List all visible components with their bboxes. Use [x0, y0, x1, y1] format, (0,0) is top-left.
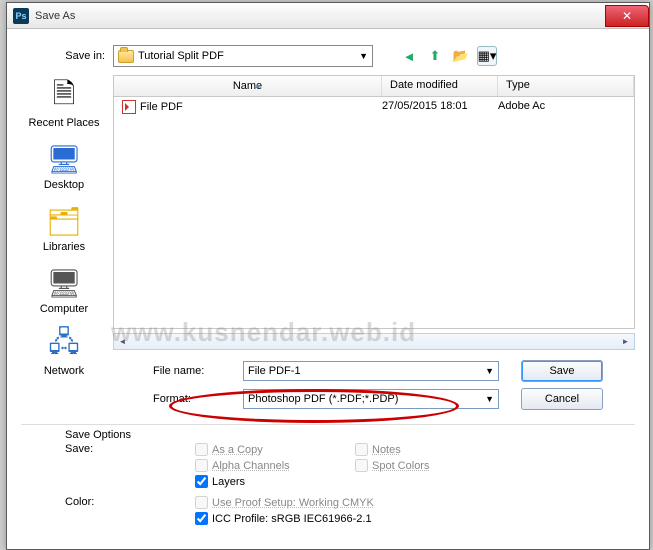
format-label: Format:: [113, 393, 243, 405]
column-type[interactable]: Type: [498, 76, 634, 96]
chevron-down-icon: ▼: [359, 51, 368, 61]
new-folder-button[interactable]: 📂: [451, 46, 471, 66]
save-button[interactable]: Save: [521, 360, 603, 382]
savein-value: Tutorial Split PDF: [138, 50, 224, 62]
place-network[interactable]: 🖧 Network: [44, 327, 84, 377]
save-options-header: Save Options: [65, 429, 635, 441]
close-button[interactable]: ✕: [605, 5, 649, 27]
titlebar: Ps Save As ✕: [7, 3, 649, 29]
chevron-down-icon: ▼: [485, 366, 494, 376]
pdf-icon: [122, 100, 136, 114]
proof-checkbox: Use Proof Setup: Working CMYK: [195, 496, 374, 509]
photoshop-icon: Ps: [13, 8, 29, 24]
scroll-left-icon[interactable]: ◄: [114, 334, 131, 349]
savein-label: Save in:: [21, 50, 105, 62]
as-copy-checkbox[interactable]: As a Copy: [195, 443, 355, 456]
spot-checkbox: Spot Colors: [355, 459, 429, 472]
place-recent[interactable]: 🗎 Recent Places: [29, 79, 100, 129]
window-title: Save As: [35, 10, 605, 22]
format-dropdown[interactable]: Photoshop PDF (*.PDF;*.PDP) ▼: [243, 389, 499, 409]
icc-checkbox[interactable]: ICC Profile: sRGB IEC61966-2.1: [195, 512, 374, 525]
horizontal-scrollbar[interactable]: ◄ ►: [113, 333, 635, 350]
layers-checkbox[interactable]: Layers: [195, 475, 355, 488]
column-name[interactable]: Name: [114, 76, 382, 96]
computer-icon: 🖥: [44, 265, 84, 301]
places-bar: 🗎 Recent Places 🖥 Desktop 🗂 Libraries 🖥 …: [21, 75, 107, 410]
desktop-icon: 🖥: [44, 141, 84, 177]
place-desktop[interactable]: 🖥 Desktop: [44, 141, 84, 191]
column-date[interactable]: Date modified: [382, 76, 498, 96]
back-button[interactable]: ◄: [399, 46, 419, 66]
file-row[interactable]: File PDF 27/05/2015 18:01 Adobe Ac: [114, 97, 634, 117]
notes-checkbox: Notes: [355, 443, 429, 456]
filename-label: File name:: [113, 365, 243, 377]
up-button[interactable]: ⬆: [425, 46, 445, 66]
chevron-down-icon: ▼: [485, 394, 494, 404]
alpha-checkbox: Alpha Channels: [195, 459, 355, 472]
recent-icon: 🗎: [44, 79, 84, 115]
file-list[interactable]: File PDF 27/05/2015 18:01 Adobe Ac: [113, 97, 635, 329]
place-libraries[interactable]: 🗂 Libraries: [43, 203, 85, 253]
save-as-dialog: Ps Save As ✕ Save in: Tutorial Split PDF…: [6, 2, 650, 550]
place-computer[interactable]: 🖥 Computer: [40, 265, 88, 315]
cancel-button[interactable]: Cancel: [521, 388, 603, 410]
savein-dropdown[interactable]: Tutorial Split PDF ▼: [113, 45, 373, 67]
save-options: Save Options Save: As a Copy Alpha Chann…: [21, 424, 635, 525]
color-section-label: Color:: [65, 496, 195, 525]
views-button[interactable]: ▦▾: [477, 46, 497, 66]
file-list-header: Name Date modified Type: [113, 75, 635, 97]
scroll-right-icon[interactable]: ►: [617, 334, 634, 349]
libraries-icon: 🗂: [44, 203, 84, 239]
filename-input[interactable]: File PDF-1 ▼: [243, 361, 499, 381]
folder-icon: [118, 50, 134, 63]
save-section-label: Save:: [65, 443, 195, 488]
network-icon: 🖧: [44, 327, 84, 363]
